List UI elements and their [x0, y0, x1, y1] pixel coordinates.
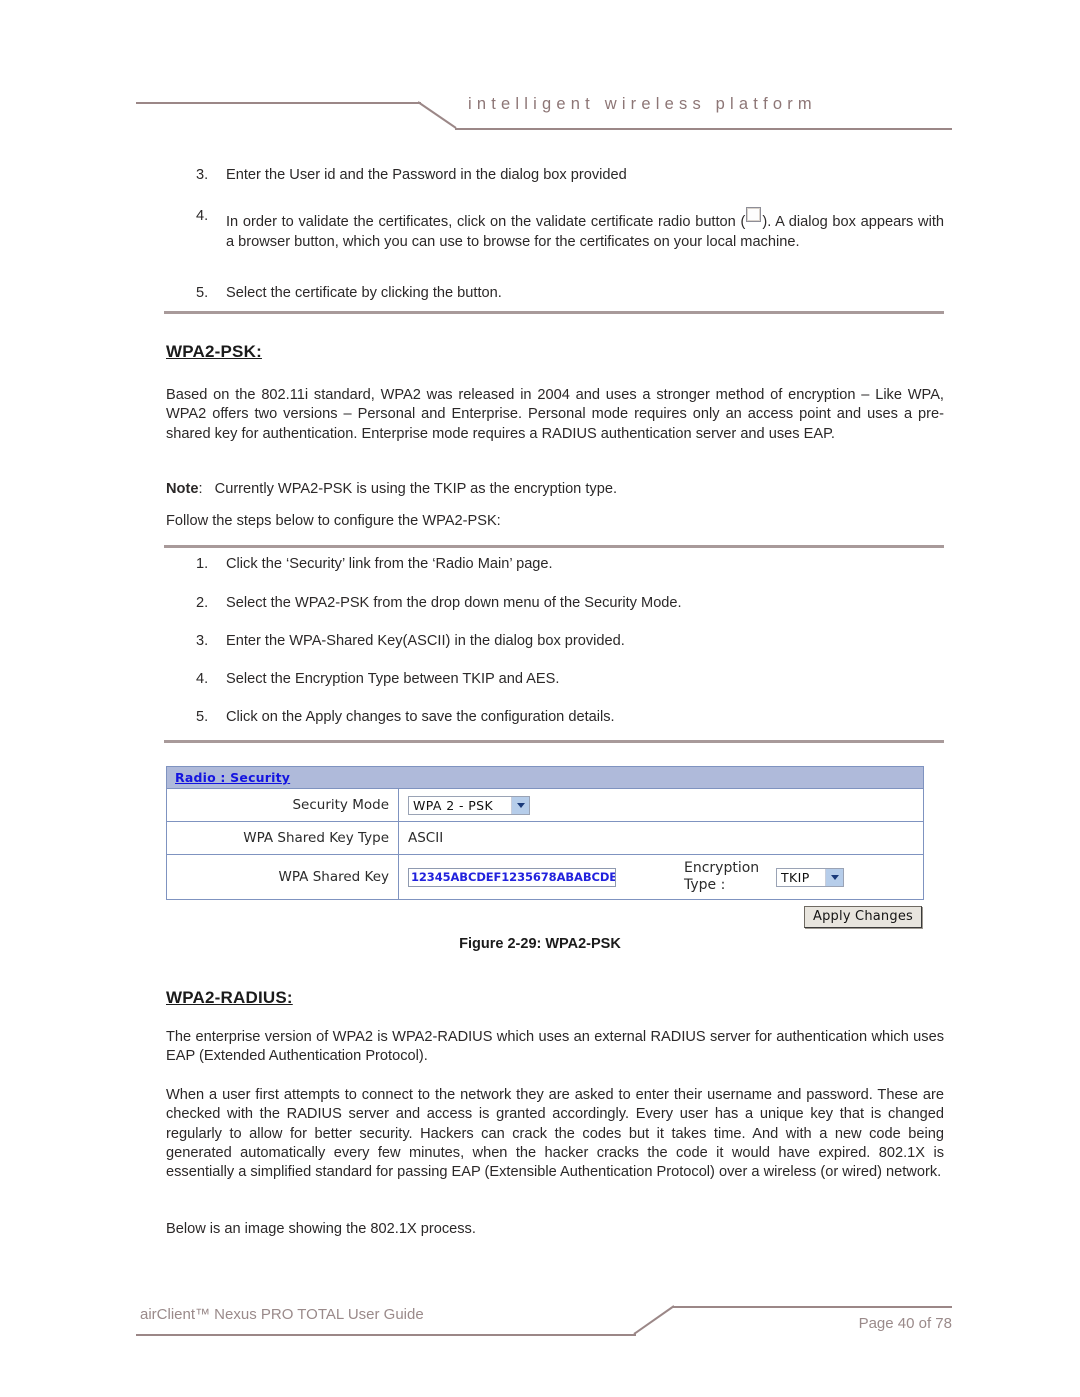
wpa-shared-key-input-value: 12345ABCDEF1235678ABABCDEF — [411, 870, 616, 884]
list-item-text: Select the Encryption Type between TKIP … — [226, 671, 560, 687]
form-row-shared-key: WPA Shared Key 12345ABCDEF1235678ABABCDE… — [167, 855, 923, 899]
list-item: 3. Enter the User id and the Password in… — [196, 166, 944, 186]
section-divider — [164, 740, 944, 743]
encryption-type-selected-value: TKIP — [777, 868, 826, 886]
list-item-number: 2. — [196, 595, 209, 611]
list-item: 3. Enter the WPA-Shared Key(ASCII) in th… — [196, 632, 944, 652]
list-item-number: 1. — [196, 556, 209, 572]
list-item-number: 4. — [196, 671, 209, 687]
note-separator: : — [198, 481, 203, 497]
list-item: 4. Select the Encryption Type between TK… — [196, 670, 944, 690]
list-item-text: Enter the User id and the Password in th… — [226, 167, 627, 183]
chevron-down-icon — [512, 796, 529, 814]
section-divider — [164, 545, 944, 548]
list-item-text: Click the ‘Security’ link from the ‘Radi… — [226, 556, 553, 572]
encryption-type-label-line1: Encryption — [684, 860, 760, 876]
wpa-shared-key-input[interactable]: 12345ABCDEF1235678ABABCDEF — [408, 867, 616, 887]
page-footer: airClient™ Nexus PRO TOTAL User Guide Pa… — [0, 1300, 1080, 1360]
list-item: 5. Select the certificate by clicking th… — [196, 284, 944, 304]
note-text: Currently WPA2-PSK is using the TKIP as … — [214, 481, 617, 497]
wpa2radius-paragraph-2: When a user first attempts to connect to… — [166, 1087, 944, 1181]
list-item: 1. Click the ‘Security’ link from the ‘R… — [196, 555, 944, 575]
wpa2radius-paragraph-3: Below is an image showing the 802.1X pro… — [166, 1221, 476, 1237]
wpa2psk-follow-text: Follow the steps below to configure the … — [166, 513, 501, 529]
radio-security-form: Radio : Security Security Mode WPA 2 - P… — [166, 766, 924, 900]
wpa-shared-key-value-cell: 12345ABCDEF1235678ABABCDEF Encryption Typ… — [399, 860, 923, 894]
list-item-text: Click on the Apply changes to save the c… — [226, 709, 615, 725]
section-heading-wpa2radius: WPA2-RADIUS: — [166, 988, 293, 1007]
list-item-text: Select the certificate by clicking the b… — [226, 285, 502, 301]
header-rule-left — [136, 102, 421, 104]
header-rule-right — [455, 128, 952, 130]
section-divider — [164, 311, 944, 314]
wpa-shared-key-type-label: WPA Shared Key Type — [167, 822, 399, 854]
list-item: 4. In order to validate the certificates… — [196, 207, 944, 252]
page-header: intelligent wireless platform — [0, 92, 1080, 132]
footer-page-number: Page 40 of 78 — [858, 1315, 952, 1332]
note-label: Note — [166, 481, 199, 497]
list-item-text: Enter the WPA-Shared Key(ASCII) in the d… — [226, 633, 625, 649]
form-titlebar: Radio : Security — [167, 767, 923, 789]
list-item-number: 5. — [196, 709, 209, 725]
section-heading-wpa2psk: WPA2-PSK: — [166, 342, 262, 361]
wpa2psk-paragraph: Based on the 802.11i standard, WPA2 was … — [166, 387, 944, 442]
figure-caption: Figure 2-29: WPA2-PSK — [459, 936, 621, 952]
footer-rule-right — [673, 1306, 952, 1308]
header-diagonal-divider — [417, 101, 457, 129]
wpa-shared-key-label: WPA Shared Key — [167, 855, 399, 899]
footer-rule-left — [136, 1334, 636, 1336]
security-mode-select[interactable]: WPA 2 - PSK — [408, 795, 530, 815]
form-row-shared-key-type: WPA Shared Key Type ASCII — [167, 822, 923, 855]
encryption-type-group: Encryption Type : TKIP — [684, 860, 844, 894]
list-item-number: 5. — [196, 285, 209, 301]
list-item-text-before: In order to validate the certificates, c… — [226, 214, 746, 230]
list-item-text: In order to validate the certificates, c… — [226, 207, 944, 252]
checkbox-icon — [746, 207, 762, 222]
encryption-type-label-line2: Type : — [684, 877, 726, 893]
list-item: 5. Click on the Apply changes to save th… — [196, 708, 944, 728]
list-item: 2. Select the WPA2-PSK from the drop dow… — [196, 594, 944, 614]
encryption-type-label: Encryption Type : — [684, 860, 776, 894]
list-item-number: 4. — [196, 208, 209, 224]
apply-changes-button[interactable]: Apply Changes — [804, 906, 922, 928]
list-item-number: 3. — [196, 633, 209, 649]
footer-product-name: airClient™ Nexus PRO TOTAL User Guide — [140, 1306, 424, 1323]
header-tagline: intelligent wireless platform — [468, 95, 817, 113]
security-mode-value-cell: WPA 2 - PSK — [399, 795, 923, 815]
security-mode-label: Security Mode — [167, 789, 399, 821]
apply-changes-row: Apply Changes — [166, 906, 922, 928]
wpa2radius-paragraph-1: The enterprise version of WPA2 is WPA2-R… — [166, 1029, 944, 1065]
encryption-type-select[interactable]: TKIP — [776, 867, 844, 887]
radio-security-link[interactable]: Radio : Security — [175, 770, 290, 785]
wpa-shared-key-type-value: ASCII — [408, 830, 444, 846]
form-row-security-mode: Security Mode WPA 2 - PSK — [167, 789, 923, 822]
security-mode-selected-value: WPA 2 - PSK — [409, 796, 512, 814]
footer-diagonal-divider — [633, 1305, 675, 1335]
chevron-down-icon — [826, 868, 843, 886]
wpa2psk-note: Note: Currently WPA2-PSK is using the TK… — [166, 480, 944, 499]
list-item-number: 3. — [196, 167, 209, 183]
list-item-text: Select the WPA2-PSK from the drop down m… — [226, 595, 682, 611]
